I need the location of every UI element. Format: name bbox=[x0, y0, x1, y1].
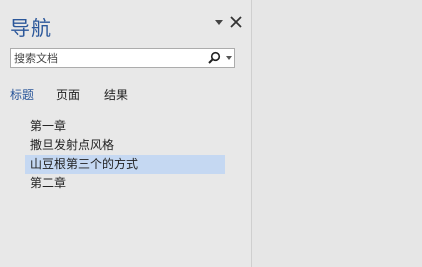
search-input[interactable] bbox=[11, 49, 201, 67]
heading-item-selected[interactable]: 山豆根第三个的方式 bbox=[25, 155, 225, 174]
document-area bbox=[253, 0, 422, 267]
pane-title: 导航 bbox=[10, 16, 52, 40]
heading-item[interactable]: 撒旦发射点风格 bbox=[25, 136, 225, 155]
search-box bbox=[10, 48, 235, 68]
pane-options-dropdown-icon[interactable] bbox=[215, 20, 223, 25]
tab-headings[interactable]: 标题 bbox=[10, 86, 34, 104]
close-icon[interactable] bbox=[229, 15, 243, 29]
heading-item[interactable]: 第一章 bbox=[25, 117, 225, 136]
heading-item[interactable]: 第二章 bbox=[25, 174, 225, 193]
search-options-chevron-down-icon[interactable] bbox=[226, 56, 232, 60]
heading-list: 第一章 撒旦发射点风格 山豆根第三个的方式 第二章 bbox=[25, 117, 225, 193]
navigation-pane: 导航 标题 页面 结果 第一章 撒旦发射点风格 山豆根第三个的方式 第二章 bbox=[0, 0, 252, 267]
tab-results[interactable]: 结果 bbox=[104, 86, 128, 104]
search-icon[interactable] bbox=[207, 51, 221, 65]
tab-pages[interactable]: 页面 bbox=[56, 86, 80, 104]
